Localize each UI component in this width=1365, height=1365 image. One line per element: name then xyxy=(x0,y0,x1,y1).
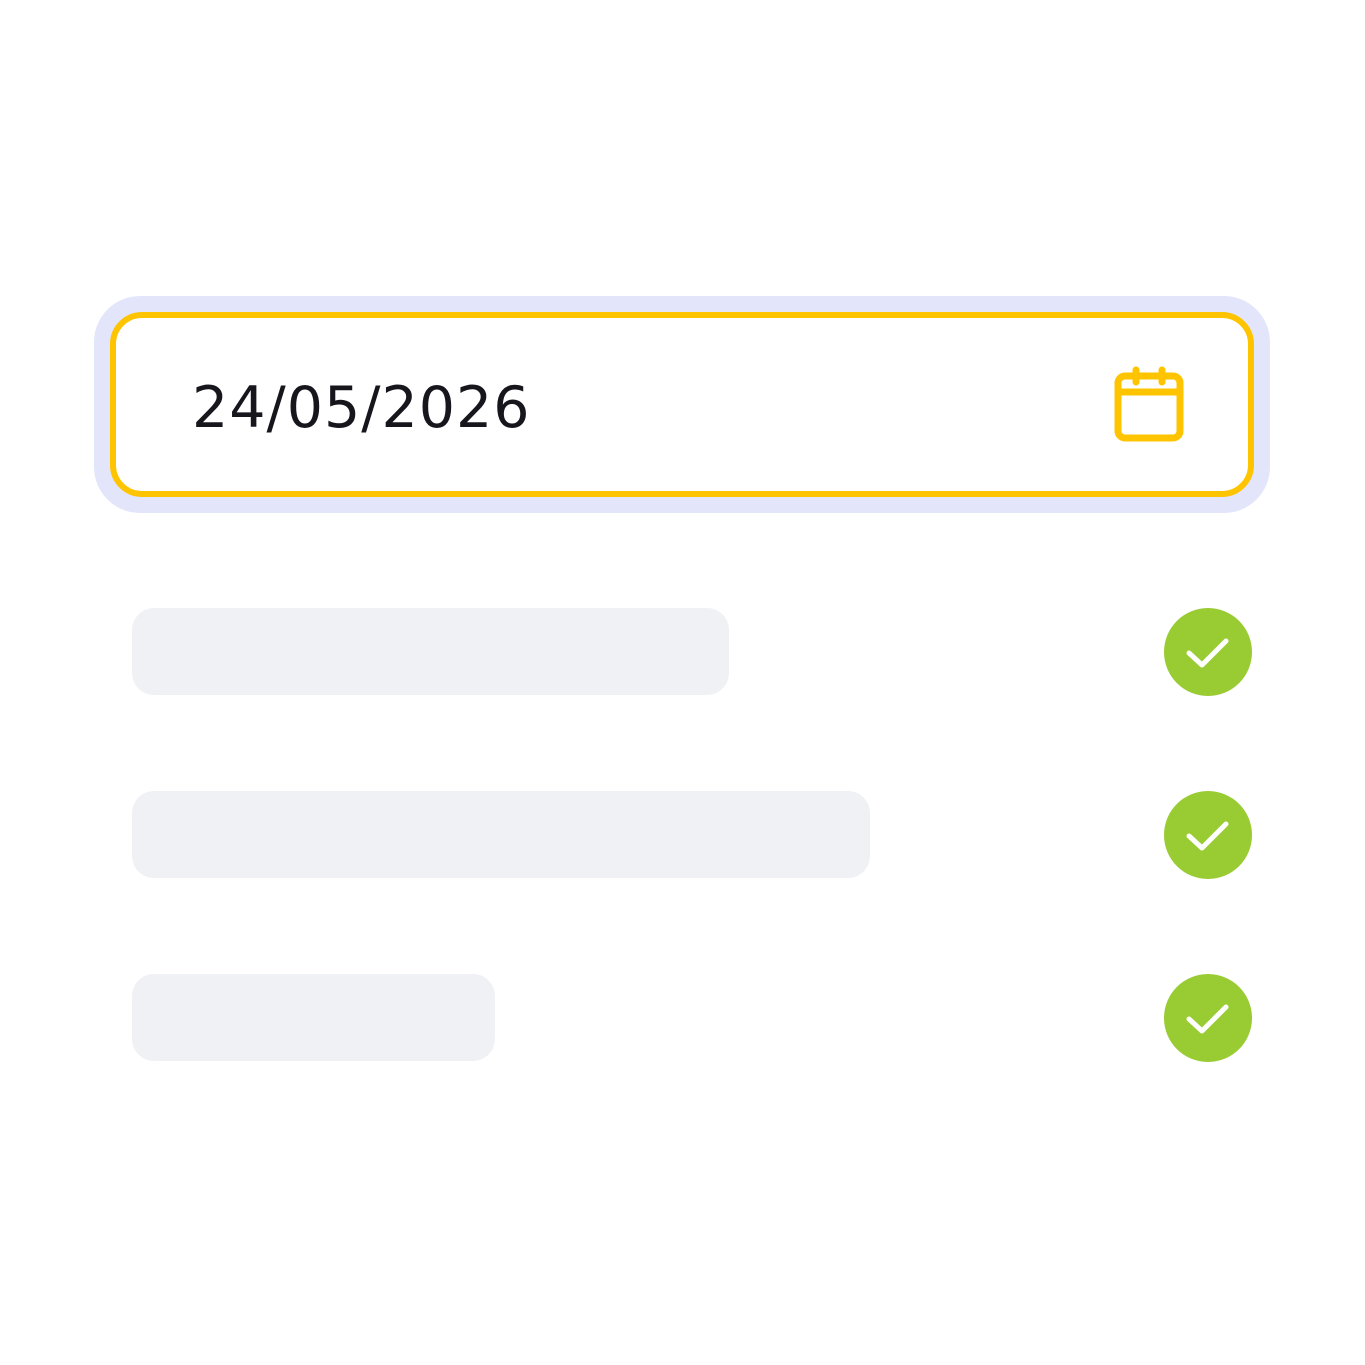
list-item-placeholder xyxy=(132,791,870,878)
list-item-placeholder xyxy=(132,974,495,1061)
date-input-value[interactable]: 24/05/2026 xyxy=(192,372,531,444)
check-icon xyxy=(1164,791,1252,879)
list-item-placeholder xyxy=(132,608,729,695)
check-icon xyxy=(1164,608,1252,696)
check-icon xyxy=(1164,974,1252,1062)
calendar-icon[interactable] xyxy=(1112,366,1186,444)
